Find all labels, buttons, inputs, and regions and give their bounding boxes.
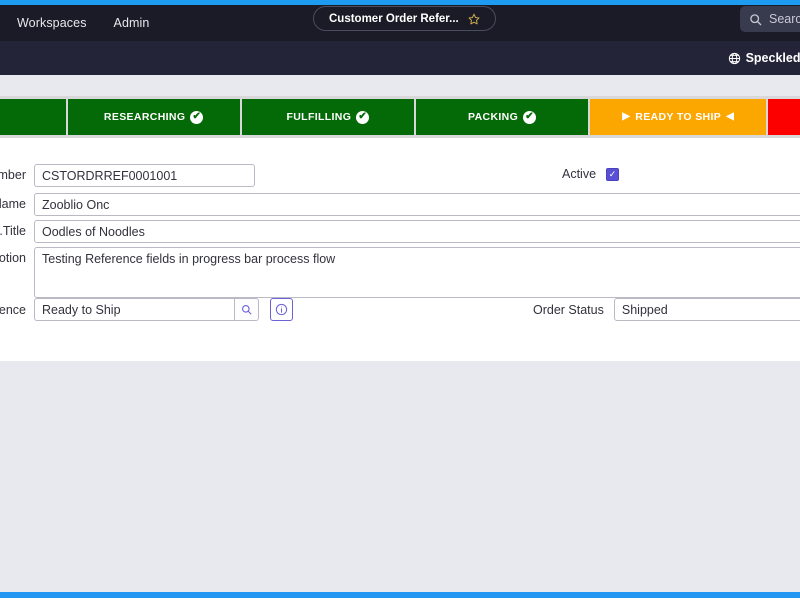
check-circle-icon: ✔ xyxy=(356,110,370,124)
progress-segment-fulfilling[interactable]: FULFILLING ✔ xyxy=(241,99,416,135)
arrow-right-icon: ▶ xyxy=(622,111,631,122)
description-textarea[interactable]: Testing Reference fields in progress bar… xyxy=(34,247,800,298)
active-tab-pill[interactable]: Customer Order Refer... xyxy=(313,6,496,31)
progress-segment-ready-to-ship[interactable]: ▶ READY TO SHIP ◀ xyxy=(590,99,769,135)
search-icon xyxy=(749,13,762,26)
nav-link-admin[interactable]: Admin xyxy=(114,16,150,30)
progress-segment-previous[interactable] xyxy=(0,99,68,135)
nav-link-group: Workspaces Admin xyxy=(0,16,149,30)
reference-info-button[interactable] xyxy=(270,298,293,321)
form-row-reference: ...ence Ready to Ship xyxy=(0,298,293,321)
globe-icon xyxy=(728,52,741,65)
check-circle-icon: ✔ xyxy=(190,110,204,124)
nav-link-workspaces[interactable]: Workspaces xyxy=(17,16,87,30)
active-tab-label: Customer Order Refer... xyxy=(329,12,459,25)
form-row-order-status: Order Status Shipped xyxy=(533,298,800,321)
progress-segment-label: READY TO SHIP xyxy=(635,111,722,123)
form-row-title: ...Title Oodles of Noodles xyxy=(0,220,800,243)
progress-segment-next[interactable] xyxy=(768,99,800,135)
search-icon xyxy=(241,304,252,315)
arrow-left-icon: ◀ xyxy=(726,111,735,122)
environment-label: SpeckledFl... xyxy=(745,51,800,65)
form-row-description: ...otion Testing Reference fields in pro… xyxy=(0,247,800,298)
environment-selector[interactable]: SpeckledFl... xyxy=(728,51,800,65)
form-label-description: ...otion xyxy=(0,251,26,265)
progress-segment-label: FULFILLING xyxy=(286,111,352,123)
progress-segment-label: PACKING xyxy=(468,111,519,123)
form-label-reference: ...ence xyxy=(0,302,26,317)
form-row-number: ...mber CSTORDRREF0001001 xyxy=(0,164,255,187)
process-flow-progress-bar: RESEARCHING ✔ FULFILLING ✔ PACKING ✔ ▶ R… xyxy=(0,96,800,138)
name-input[interactable]: Zooblio Onc xyxy=(34,193,800,216)
star-outline-icon[interactable] xyxy=(468,13,480,25)
form-label-number: ...mber xyxy=(0,168,26,182)
secondary-navigation-bar: SpeckledFl... xyxy=(0,41,800,75)
form-row-active: Active ✓ xyxy=(562,167,620,181)
reference-input[interactable]: Ready to Ship xyxy=(34,298,234,321)
form-label-name: ...lame xyxy=(0,197,26,211)
form-label-active: Active xyxy=(562,167,597,181)
record-content-card: RESEARCHING ✔ FULFILLING ✔ PACKING ✔ ▶ R… xyxy=(0,96,800,361)
progress-segment-packing[interactable]: PACKING ✔ xyxy=(415,99,591,135)
reference-lookup-button[interactable] xyxy=(234,298,259,321)
form-row-name: ...lame Zooblio Onc xyxy=(0,193,800,216)
title-input[interactable]: Oodles of Noodles xyxy=(34,220,800,243)
global-search-input[interactable]: Search xyxy=(740,6,800,32)
info-circle-icon xyxy=(275,303,288,316)
progress-segment-label: RESEARCHING xyxy=(103,111,186,123)
form-label-title: ...Title xyxy=(0,224,26,238)
form-label-order-status: Order Status xyxy=(533,302,604,317)
check-circle-icon: ✔ xyxy=(523,110,537,124)
order-status-input[interactable]: Shipped xyxy=(613,298,800,321)
record-form: ...mber CSTORDRREF0001001 Active ✓ ...la… xyxy=(0,138,800,361)
reference-lookup-group: Ready to Ship xyxy=(34,298,293,321)
number-input[interactable]: CSTORDRREF0001001 xyxy=(34,164,255,187)
page-body: RESEARCHING ✔ FULFILLING ✔ PACKING ✔ ▶ R… xyxy=(0,75,800,592)
search-placeholder-text: Search xyxy=(769,12,800,26)
active-checkbox[interactable]: ✓ xyxy=(606,167,620,181)
progress-segment-researching[interactable]: RESEARCHING ✔ xyxy=(67,99,242,135)
